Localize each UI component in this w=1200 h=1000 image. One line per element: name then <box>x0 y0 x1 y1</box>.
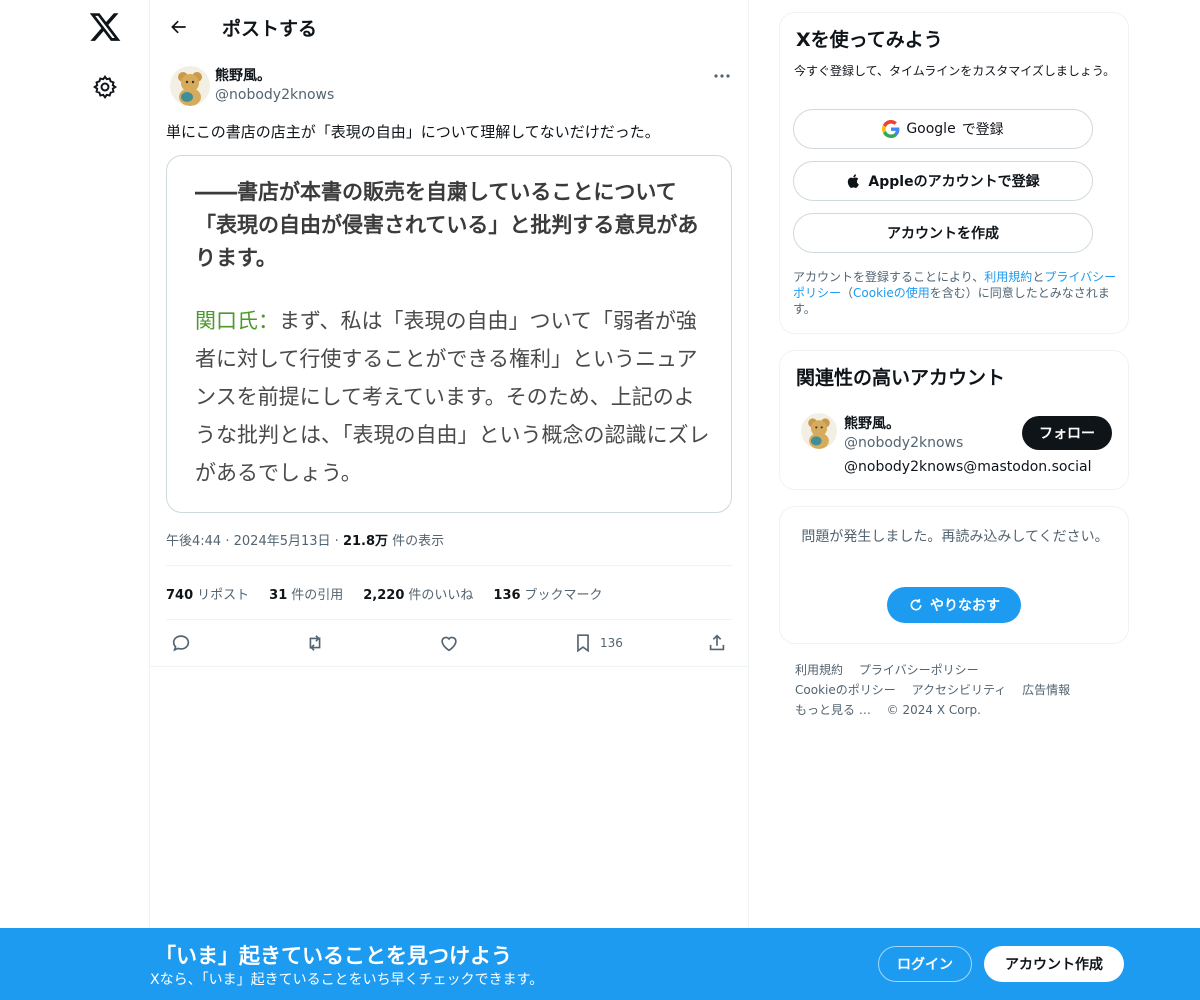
footer-link-terms[interactable]: 利用規約 <box>795 663 843 677</box>
page-header: ポストする <box>150 0 749 54</box>
bookmark-count: 136 <box>600 636 623 650</box>
error-message: 問題が発生しました。再読み込みしてください。 <box>801 529 1109 545</box>
banner-title: 「いま」起きていることを見つけよう <box>155 944 512 968</box>
image-answer-body: まず、私は「表現の自由」ついて「弱者が強者に対して行使することができる権利」とい… <box>195 309 710 485</box>
signup-card-title: Xを使ってみよう <box>796 29 943 51</box>
back-arrow-icon <box>171 20 186 34</box>
google-signup-brand: Google <box>906 121 956 137</box>
bookmark-button[interactable]: 136 <box>572 632 623 654</box>
banner-subtitle: Xなら、「いま」起きていることをいち早くチェックできます。 <box>150 972 544 988</box>
back-button[interactable] <box>162 10 196 44</box>
reposts-stat[interactable]: 740 リポスト <box>166 584 249 603</box>
post-actions: 136 <box>150 622 749 666</box>
divider <box>166 565 732 566</box>
post-image[interactable]: ――書店が本書の販売を自粛していることについて「表現の自由が侵害されている」と批… <box>166 155 732 513</box>
bookmark-icon <box>577 634 589 653</box>
x-logo-icon[interactable] <box>88 10 122 44</box>
post-stats: 740 リポスト 31 件の引用 2,220 件のいいね 136 ブックマーク <box>166 584 603 603</box>
error-card: 問題が発生しました。再読み込みしてください。 やりなおす <box>779 506 1129 644</box>
meta-separator: · <box>225 534 230 549</box>
avatar[interactable] <box>170 66 210 106</box>
divider <box>166 619 732 620</box>
image-answer-text: 関口氏：まず、私は「表現の自由」ついて「弱者が強者に対して行使することができる権… <box>195 302 715 492</box>
repost-icon <box>309 635 321 651</box>
post-column: ポストする 熊野風。 @nobody2knows 単にこの書店の店主が「表現の自… <box>150 0 749 1000</box>
like-button[interactable] <box>438 632 460 654</box>
reply-icon <box>172 635 190 652</box>
google-signup-button[interactable]: Google で登録 <box>793 109 1093 149</box>
retry-button[interactable]: やりなおす <box>887 587 1021 623</box>
post-text: 単にこの書店の店主が「表現の自由」について理解してないだけだった。 <box>166 123 660 141</box>
heart-icon <box>441 636 457 652</box>
relevant-accounts-title: 関連性の高いアカウント <box>796 367 1006 389</box>
relevant-account-bio: @nobody2knows@mastodon.social <box>844 459 1092 475</box>
terms-link[interactable]: 利用規約 <box>984 270 1032 284</box>
avatar[interactable] <box>801 413 837 449</box>
post-date[interactable]: 2024年5月13日 <box>234 534 331 549</box>
signup-button[interactable]: アカウント作成 <box>984 946 1124 982</box>
left-nav <box>0 0 150 1000</box>
footer-link-accessibility[interactable]: アクセシビリティ <box>912 683 1007 697</box>
bookmarks-stat[interactable]: 136 ブックマーク <box>493 584 602 603</box>
post-meta: 午後4:44 · 2024年5月13日 · 21.8万 件の表示 <box>166 530 444 549</box>
signup-banner: 「いま」起きていることを見つけよう Xなら、「いま」起きていることをいち早くチェ… <box>0 928 1200 1000</box>
author-handle[interactable]: @nobody2knows <box>215 87 334 103</box>
more-options-button[interactable] <box>710 66 734 86</box>
cookie-link[interactable]: Cookieの使用 <box>853 286 930 300</box>
footer-link-more[interactable]: もっと見る … <box>795 703 871 717</box>
likes-stat[interactable]: 2,220 件のいいね <box>363 584 473 603</box>
repost-button[interactable] <box>304 632 326 654</box>
image-question-text: ――書店が本書の販売を自粛していることについて「表現の自由が侵害されている」と批… <box>195 180 699 270</box>
views-label: 件の表示 <box>392 534 445 549</box>
author-name[interactable]: 熊野風。 <box>215 65 271 85</box>
retry-label: やりなおす <box>930 598 1000 614</box>
signup-card-subtitle: 今すぐ登録して、タイムラインをカスタマイズしましょう。 <box>794 64 1116 78</box>
gear-icon[interactable] <box>92 74 118 100</box>
apple-signup-label: Appleのアカウントで登録 <box>868 174 1040 190</box>
relevant-account-handle[interactable]: @nobody2knows <box>844 435 963 451</box>
share-button[interactable] <box>706 632 728 654</box>
footer-link-cookie[interactable]: Cookieのポリシー <box>795 683 896 697</box>
page-title: ポストする <box>222 18 318 40</box>
apple-icon <box>848 174 860 188</box>
views-count: 21.8万 <box>342 534 389 549</box>
signup-card: Xを使ってみよう 今すぐ登録して、タイムラインをカスタマイズしましょう。 Goo… <box>779 12 1129 334</box>
footer-link-privacy[interactable]: プライバシーポリシー <box>859 663 979 677</box>
more-icon <box>714 74 730 78</box>
divider <box>150 666 749 667</box>
create-account-label: アカウントを作成 <box>887 226 999 242</box>
quotes-stat[interactable]: 31 件の引用 <box>269 584 343 603</box>
reply-button[interactable] <box>170 632 192 654</box>
relevant-accounts-card: 関連性の高いアカウント 熊野風。 @nobody2knows @nobody2k… <box>779 350 1129 490</box>
create-account-button[interactable]: アカウントを作成 <box>793 213 1093 253</box>
post-time[interactable]: 午後4:44 <box>166 534 221 549</box>
image-speaker-label: 関口氏： <box>195 309 279 333</box>
legal-notice: アカウントを登録することにより、利用規約とプライバシーポリシー（Cookieの使… <box>793 270 1117 316</box>
footer-link-ads[interactable]: 広告情報 <box>1022 683 1070 697</box>
footer-links: 利用規約 プライバシーポリシー Cookieのポリシー アクセシビリティ 広告情… <box>795 660 1115 720</box>
footer-copyright: © 2024 X Corp. <box>886 703 981 717</box>
meta-separator: · <box>334 534 339 549</box>
apple-signup-button[interactable]: Appleのアカウントで登録 <box>793 161 1093 201</box>
share-icon <box>709 634 725 651</box>
google-signup-label: で登録 <box>961 122 1004 138</box>
google-icon <box>882 120 900 138</box>
follow-button[interactable]: フォロー <box>1022 416 1112 450</box>
relevant-account-name[interactable]: 熊野風。 <box>844 413 900 433</box>
login-button[interactable]: ログイン <box>878 946 972 982</box>
refresh-icon <box>910 599 922 611</box>
